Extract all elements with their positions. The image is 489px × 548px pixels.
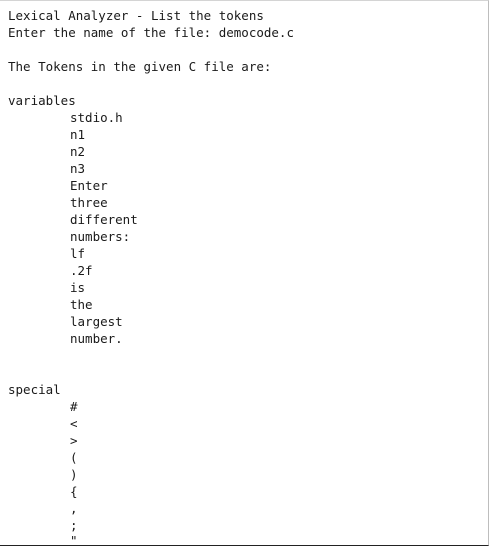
result-header: The Tokens in the given C file are: bbox=[8, 59, 272, 74]
token-item: ) bbox=[70, 467, 78, 482]
token-item: Enter bbox=[70, 178, 108, 193]
token-item: " bbox=[70, 533, 78, 546]
token-item: # bbox=[70, 399, 78, 414]
token-item: numbers: bbox=[70, 229, 131, 244]
token-item: > bbox=[70, 433, 78, 448]
section-heading-special: special bbox=[8, 382, 61, 397]
token-item: three bbox=[70, 195, 108, 210]
token-item: ( bbox=[70, 450, 78, 465]
file-prompt-line: Enter the name of the file: democode.c bbox=[8, 25, 294, 40]
token-item: .2f bbox=[70, 263, 93, 278]
title-line: Lexical Analyzer - List the tokens bbox=[8, 8, 264, 23]
token-item: , bbox=[70, 501, 78, 516]
token-item: n2 bbox=[70, 144, 86, 159]
token-item: n3 bbox=[70, 161, 86, 176]
token-item: < bbox=[70, 416, 78, 431]
token-item: the bbox=[70, 297, 93, 312]
token-item: different bbox=[70, 212, 138, 227]
console-output: Lexical Analyzer - List the tokens Enter… bbox=[0, 0, 489, 546]
token-item: is bbox=[70, 280, 86, 295]
token-item: n1 bbox=[70, 127, 86, 142]
section-heading-variables: variables bbox=[8, 93, 76, 108]
token-item: largest bbox=[70, 314, 123, 329]
token-item: number. bbox=[70, 331, 123, 346]
token-item: { bbox=[70, 484, 78, 499]
token-item: stdio.h bbox=[70, 110, 123, 125]
token-item: lf bbox=[70, 246, 86, 261]
